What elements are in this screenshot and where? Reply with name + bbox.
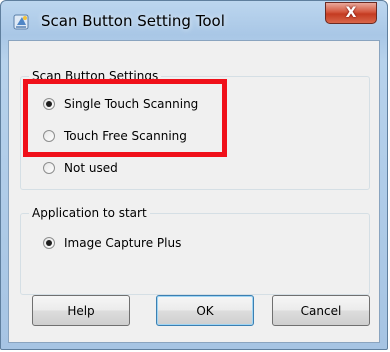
dialog-window: Scan Button Setting Tool X Scan Button S… (0, 0, 388, 350)
radio-not-used[interactable]: Not used (43, 161, 118, 175)
scanner-app-icon (13, 13, 31, 31)
radio-button-selected[interactable] (43, 237, 55, 249)
radio-button[interactable] (43, 162, 55, 174)
title-bar[interactable]: Scan Button Setting Tool X (1, 1, 387, 41)
close-icon: X (345, 5, 357, 21)
annotation-highlight-box (23, 79, 227, 157)
cancel-button[interactable]: Cancel (272, 295, 370, 326)
ok-button[interactable]: OK (156, 295, 254, 326)
application-to-start-title: Application to start (29, 206, 150, 220)
close-button[interactable]: X (325, 2, 377, 24)
radio-label: Image Capture Plus (64, 236, 182, 250)
radio-label: Not used (64, 161, 118, 175)
help-button[interactable]: Help (32, 295, 130, 326)
radio-image-capture-plus[interactable]: Image Capture Plus (43, 236, 181, 250)
window-title: Scan Button Setting Tool (41, 12, 225, 30)
application-to-start-group: Application to start (20, 206, 370, 295)
